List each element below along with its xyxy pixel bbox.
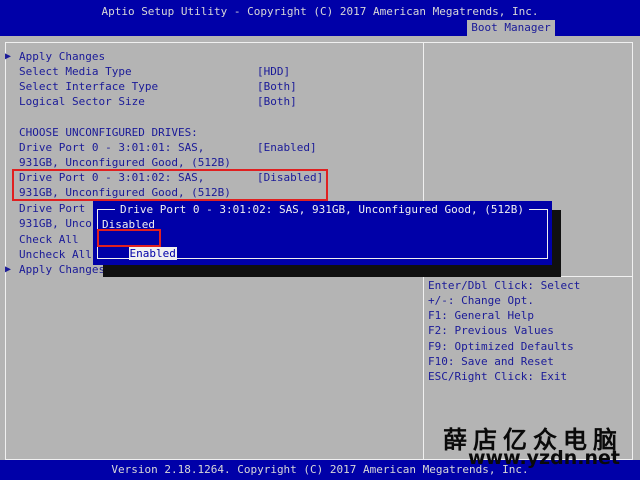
help-line: Enter/Dbl Click: Select bbox=[428, 279, 581, 292]
option-popup: Drive Port 0 - 3:01:02: SAS, 931GB, Unco… bbox=[93, 201, 552, 265]
logical-sector-size-value[interactable]: [Both] bbox=[257, 95, 297, 109]
title-bar: Aptio Setup Utility - Copyright (C) 2017… bbox=[0, 0, 640, 36]
select-interface-type-label: Select Interface Type bbox=[19, 80, 159, 93]
app-title: Aptio Setup Utility - Copyright (C) 2017… bbox=[101, 5, 539, 18]
popup-title: Drive Port 0 - 3:01:02: SAS, 931GB, Unco… bbox=[115, 203, 529, 217]
check-all-item[interactable]: Check All bbox=[19, 233, 79, 247]
select-interface-type-value[interactable]: [Both] bbox=[257, 80, 297, 94]
select-media-type-label: Select Media Type bbox=[19, 65, 132, 78]
logical-sector-size-label: Logical Sector Size bbox=[19, 95, 145, 108]
apply-changes-item[interactable]: Apply Changes bbox=[19, 50, 105, 64]
submenu-arrow-icon: ▶ bbox=[5, 264, 12, 275]
option-enabled[interactable]: Enabled bbox=[128, 247, 177, 260]
drive-port-3-label: Drive Port bbox=[19, 202, 86, 215]
selected-option-highlight bbox=[97, 229, 161, 247]
help-line: F9: Optimized Defaults bbox=[428, 340, 574, 353]
tab-boot-manager[interactable]: Boot Manager bbox=[467, 20, 555, 36]
help-line: +/-: Change Opt. bbox=[428, 294, 534, 307]
apply-changes-item-bottom[interactable]: Apply Changes bbox=[19, 263, 105, 277]
watermark-url: www.yzdn.net bbox=[468, 447, 620, 469]
drive-port-1-label: Drive Port 0 - 3:01:01: SAS, bbox=[19, 141, 205, 154]
help-line: F2: Previous Values bbox=[428, 324, 554, 337]
uncheck-all-item[interactable]: Uncheck All bbox=[19, 248, 92, 262]
help-line: F10: Save and Reset bbox=[428, 355, 554, 368]
help-line: F1: General Help bbox=[428, 309, 534, 322]
selected-drive-highlight bbox=[12, 169, 328, 201]
drive-port-1-detail: 931GB, Unconfigured Good, (512B) bbox=[19, 156, 231, 169]
select-media-type-value[interactable]: [HDD] bbox=[257, 65, 290, 79]
drive-port-3-detail: 931GB, Unco bbox=[19, 217, 92, 230]
submenu-arrow-icon: ▶ bbox=[5, 51, 12, 62]
unconfigured-drives-heading: CHOOSE UNCONFIGURED DRIVES: bbox=[19, 126, 198, 139]
drive-port-1-value[interactable]: [Enabled] bbox=[257, 141, 317, 155]
help-line: ESC/Right Click: Exit bbox=[428, 370, 568, 383]
